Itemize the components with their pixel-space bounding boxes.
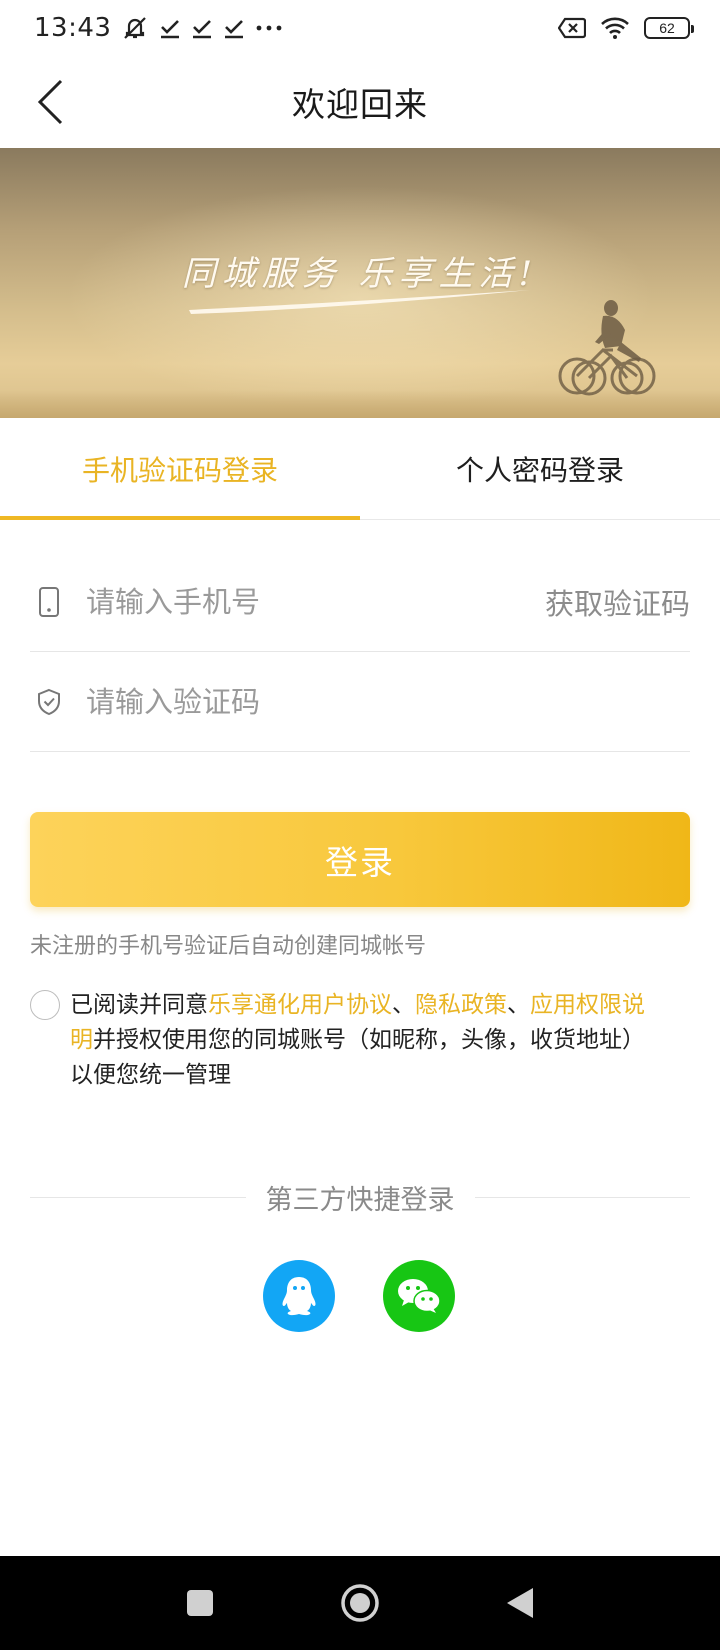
- third-party-divider: 第三方快捷登录: [30, 1172, 690, 1222]
- home-button[interactable]: [335, 1578, 385, 1628]
- cyclist-silhouette: [558, 300, 656, 396]
- status-bar-left: 13:43: [34, 13, 285, 43]
- status-bar: 13:43 62: [0, 0, 720, 56]
- privacy-policy-link[interactable]: 隐私政策: [415, 992, 507, 1018]
- mute-icon: [121, 15, 149, 41]
- agreement-text: 已阅读并同意乐享通化用户协议、隐私政策、应用权限说明并授权使用您的同城账号（如昵…: [70, 988, 660, 1093]
- phone-input[interactable]: [86, 584, 545, 619]
- no-sim-icon: [558, 17, 586, 39]
- recent-apps-button[interactable]: [175, 1578, 225, 1628]
- status-time: 13:43: [34, 13, 112, 43]
- tab-password-login[interactable]: 个人密码登录: [360, 418, 720, 519]
- phone-row: 获取验证码: [30, 552, 690, 652]
- back-nav-button[interactable]: [495, 1578, 545, 1628]
- system-nav-bar: [0, 1556, 720, 1650]
- more-icon: [255, 23, 285, 33]
- phone-icon: [32, 582, 66, 622]
- page-title: 欢迎回来: [292, 85, 428, 124]
- shield-check-icon: [32, 682, 66, 722]
- banner-image: 同城服务 乐享生活!: [0, 148, 720, 418]
- divider-line: [30, 1196, 246, 1198]
- register-hint: 未注册的手机号验证后自动创建同城帐号: [30, 934, 427, 959]
- square-icon: [187, 1590, 213, 1616]
- triangle-back-icon: [507, 1588, 533, 1618]
- check-icon: [223, 17, 245, 39]
- wechat-icon: [398, 1279, 441, 1313]
- user-agreement-link[interactable]: 乐享通化用户协议: [208, 992, 392, 1018]
- qq-login-button[interactable]: [263, 1260, 335, 1332]
- agreement-prefix: 已阅读并同意: [70, 992, 208, 1018]
- wechat-login-button[interactable]: [383, 1260, 455, 1332]
- login-button[interactable]: 登录: [30, 812, 690, 907]
- chevron-left-icon: [37, 79, 63, 125]
- battery-icon: 62: [644, 17, 694, 39]
- check-icon: [159, 17, 181, 39]
- agreement-suffix: 并授权使用您的同城账号（如昵称，头像，收货地址）以便您统一管理: [70, 1027, 645, 1088]
- banner-brush-stroke: [189, 290, 530, 314]
- circle-icon: [341, 1584, 379, 1622]
- divider-line: [474, 1196, 690, 1198]
- login-tabs: 手机验证码登录 个人密码登录: [0, 418, 720, 520]
- status-bar-right: 62: [558, 16, 694, 40]
- header: 欢迎回来: [0, 56, 720, 148]
- third-party-label: 第三方快捷登录: [265, 1184, 455, 1216]
- agreement-sep: 、: [507, 992, 530, 1018]
- get-code-button[interactable]: 获取验证码: [545, 581, 690, 623]
- code-row: [30, 652, 690, 752]
- check-icon: [191, 17, 213, 39]
- agreement-sep: 、: [392, 992, 415, 1018]
- code-input[interactable]: [86, 684, 690, 719]
- agreement-checkbox[interactable]: [30, 990, 60, 1020]
- back-button[interactable]: [28, 74, 72, 130]
- qq-icon: [282, 1277, 316, 1316]
- wifi-icon: [600, 16, 630, 40]
- tab-sms-login[interactable]: 手机验证码登录: [0, 418, 360, 520]
